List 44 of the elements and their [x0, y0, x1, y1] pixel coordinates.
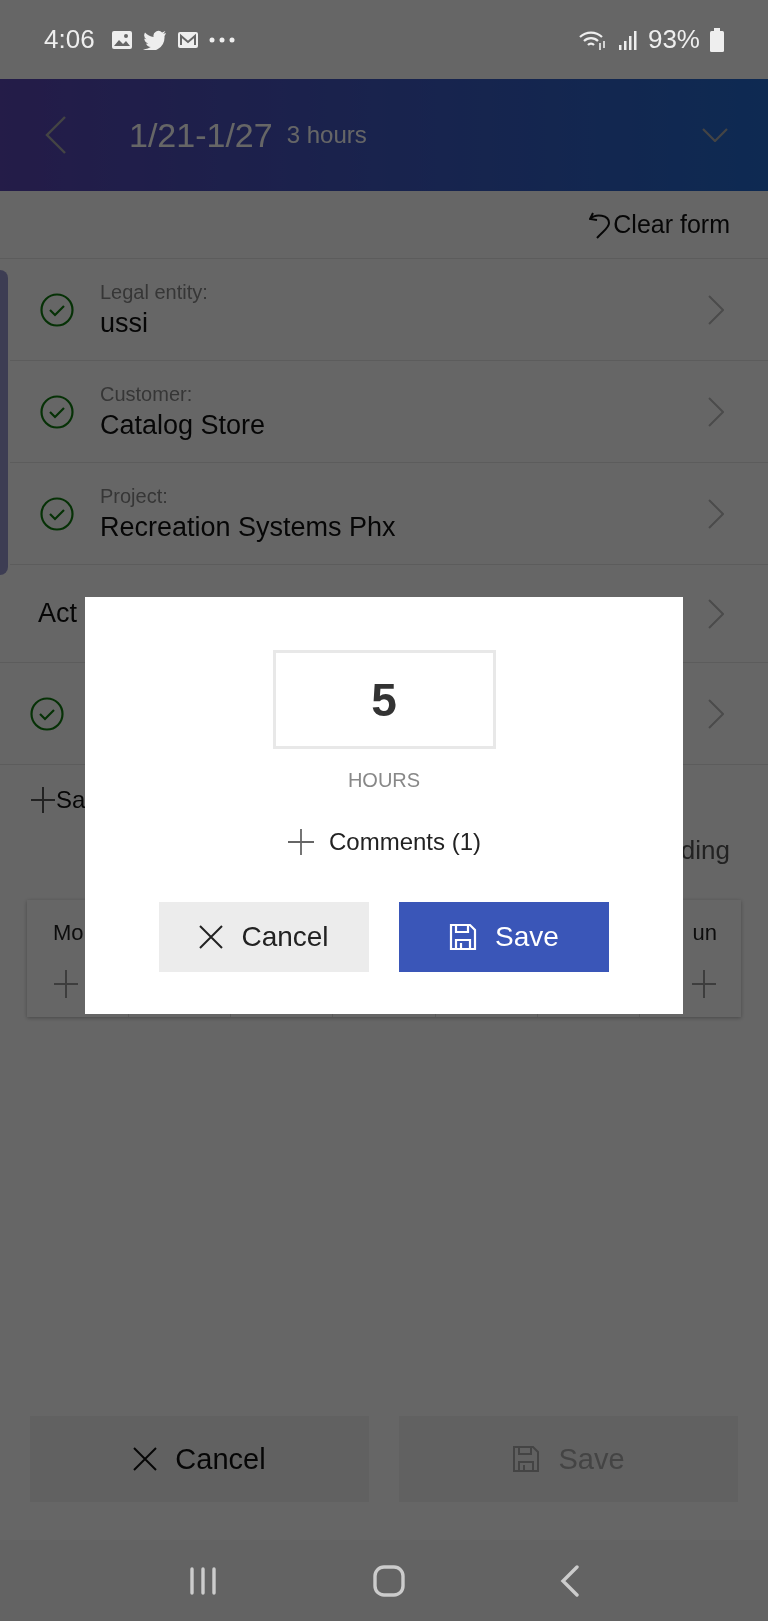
day-label: Mo — [53, 920, 84, 946]
week-hours: 3 hours — [286, 121, 367, 149]
hours-input[interactable]: 5 — [272, 650, 496, 749]
save-link[interactable]: Sa — [30, 786, 86, 814]
day-label: un — [692, 920, 717, 946]
add-hours-icon[interactable] — [691, 969, 717, 999]
signal-icon — [617, 28, 638, 51]
image-icon — [110, 29, 133, 50]
footer-button[interactable]: Cancel — [30, 1416, 369, 1502]
chevron-right-icon — [708, 498, 724, 529]
clear-form-button[interactable]: Clear form — [589, 209, 730, 240]
more-icon — [208, 36, 235, 43]
mail-icon — [176, 30, 199, 49]
status-time: 4:06 — [44, 24, 95, 55]
field-title: Act — [38, 598, 77, 629]
comments-link[interactable]: Comments (1) — [287, 828, 481, 856]
plus-icon — [287, 828, 315, 856]
chevron-right-icon — [708, 598, 724, 629]
back-icon[interactable] — [45, 116, 67, 154]
recent-apps-icon[interactable] — [187, 1566, 218, 1595]
chevron-right-icon — [708, 294, 724, 325]
battery-percent: 93% — [647, 24, 700, 55]
drawer-handle[interactable] — [0, 270, 8, 575]
battery-icon — [710, 27, 724, 52]
save-icon — [449, 923, 478, 951]
bird-icon — [142, 29, 167, 50]
plus-icon — [30, 786, 56, 814]
chevron-down-icon[interactable] — [702, 128, 728, 142]
dialog-button[interactable]: Save — [399, 902, 609, 972]
field-value: Catalog Store — [100, 409, 266, 441]
chevron-right-icon — [708, 396, 724, 427]
week-title: 1/21-1/27 — [129, 115, 273, 155]
back-icon[interactable] — [560, 1564, 581, 1597]
field-value: Recreation Systems Phx — [100, 511, 396, 543]
field-value: ussi — [100, 307, 149, 339]
home-icon[interactable] — [373, 1564, 405, 1597]
close-icon — [199, 925, 224, 949]
dialog-button[interactable]: Cancel — [159, 902, 369, 972]
chevron-right-icon — [708, 698, 724, 729]
status-text: ding — [680, 835, 730, 867]
add-hours-icon[interactable] — [53, 969, 79, 999]
save-icon — [512, 1445, 541, 1473]
close-icon — [133, 1447, 158, 1471]
hours-unit-label: HOURS — [347, 769, 421, 792]
